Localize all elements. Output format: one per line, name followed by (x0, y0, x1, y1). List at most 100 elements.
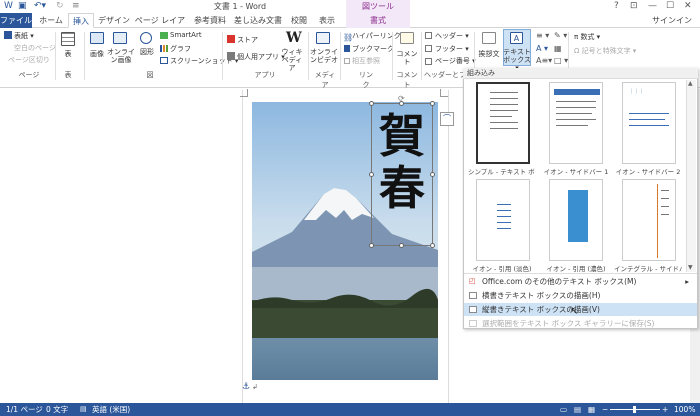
tab-home[interactable]: ホーム (36, 13, 66, 28)
blank-page-button[interactable]: 空白のページ (14, 43, 56, 53)
tab-review[interactable]: 校閲 (288, 13, 310, 28)
menu-more-textboxes-office[interactable]: ◰ Office.com のその他のテキスト ボックス(M) ▸ (464, 275, 697, 288)
minimize-icon[interactable]: — (648, 1, 657, 11)
bookmark-button[interactable]: ブックマーク (352, 44, 394, 54)
signature-icon[interactable]: ✎ ▾ (554, 31, 567, 40)
hyperlink-button[interactable]: ハイパーリンク (352, 31, 401, 41)
wikipedia-icon[interactable]: W (286, 30, 302, 46)
shapes-button[interactable]: 図形 (136, 48, 158, 56)
table-icon[interactable] (61, 32, 75, 46)
tab-design[interactable]: デザイン (98, 13, 130, 28)
zoom-slider-thumb[interactable] (633, 406, 636, 413)
page-count[interactable]: 1/1 ページ (6, 403, 43, 416)
cross-ref-button[interactable]: 相互参照 (352, 56, 380, 66)
word-count[interactable]: 0 文字 (46, 403, 68, 416)
comment-icon[interactable] (400, 32, 414, 44)
save-icon[interactable]: ▣ (18, 1, 27, 11)
textbox-icon[interactable]: A (510, 32, 523, 44)
shapes-icon[interactable] (140, 32, 152, 44)
ribbon-options-icon[interactable]: ⊡ (630, 1, 638, 11)
tab-format[interactable]: 書式 (346, 13, 410, 28)
cross-ref-icon (344, 58, 350, 64)
scroll-down-icon[interactable]: ▼ (688, 264, 693, 271)
wordart-icon[interactable]: A ▾ (536, 44, 548, 53)
language-status[interactable]: 英語 (米国) (92, 403, 130, 416)
thumbnail-ion-sidebar-2[interactable]: ｜｜｜ (622, 82, 676, 164)
proofing-icon[interactable]: ▤ (80, 403, 87, 416)
group-label-comments: コメント (396, 71, 418, 89)
online-video-button[interactable]: オンラインビデオ (310, 48, 338, 64)
wikipedia-button[interactable]: ウィキペディア (280, 48, 304, 72)
thumbnail-simple-textbox[interactable] (476, 82, 530, 164)
menu-draw-vertical-textbox[interactable]: 縦書きテキスト ボックスの描画(V) (464, 303, 697, 316)
dropcap-icon[interactable]: A≡▾ (536, 56, 552, 65)
layout-options-icon[interactable]: ⌒ (440, 112, 454, 126)
redo-icon[interactable]: ↻ (56, 1, 64, 11)
cover-page-button[interactable]: 表紙 ▾ (14, 31, 34, 41)
thumbnail-integral-sidebar[interactable] (622, 179, 676, 261)
thumbnail-ion-sidebar-1[interactable] (549, 82, 603, 164)
zoom-out-icon[interactable]: − (602, 403, 608, 416)
tab-file[interactable]: ファイル (0, 13, 32, 28)
my-apps-button[interactable]: 個人用アプリ ▾ (237, 52, 285, 62)
comment-button[interactable]: コメント (394, 50, 420, 66)
close-icon[interactable]: ✕ (684, 1, 692, 11)
thumbnail-ion-quote-light[interactable] (476, 179, 530, 261)
print-layout-icon[interactable]: ▤ (574, 403, 581, 416)
group-label-illustrations: 図 (146, 71, 154, 79)
chart-button[interactable]: グラフ (170, 44, 191, 54)
zoom-level[interactable]: 100% (674, 403, 695, 416)
resize-handle[interactable] (399, 243, 404, 248)
symbol-button[interactable]: Ω 記号と特殊文字 ▾ (574, 46, 636, 56)
online-picture-button[interactable]: オンライン画像 (106, 48, 136, 64)
picture-icon[interactable] (90, 32, 104, 44)
tab-page-layout[interactable]: ページ レイアウト (134, 13, 186, 40)
quick-parts-icon[interactable] (482, 32, 496, 44)
resize-handle[interactable] (369, 243, 374, 248)
footer-button[interactable]: フッター ▾ (435, 44, 469, 54)
smartart-button[interactable]: SmartArt (170, 31, 202, 39)
table-button[interactable]: 表 (56, 50, 80, 58)
gallery-scrollbar[interactable] (686, 80, 696, 272)
resize-handle[interactable] (369, 101, 374, 106)
page-number-button[interactable]: ページ番号 ▾ (435, 56, 476, 66)
separator (222, 32, 223, 80)
tab-references[interactable]: 参考資料 (192, 13, 228, 28)
store-button[interactable]: ストア (237, 35, 258, 45)
signin-link[interactable]: サインイン (652, 15, 692, 26)
save-selection-icon (469, 320, 477, 327)
online-picture-icon[interactable] (113, 32, 127, 44)
word-app-icon: W (4, 1, 13, 11)
web-layout-icon[interactable]: ▦ (588, 403, 595, 416)
help-icon[interactable]: ? (614, 1, 619, 11)
tab-mailings[interactable]: 差し込み文書 (234, 13, 282, 28)
tab-view[interactable]: 表示 (316, 13, 338, 28)
calligraphy-text[interactable]: 賀 春 (372, 110, 432, 214)
equation-button[interactable]: π 数式 ▾ (574, 32, 600, 42)
menu-label: 横書きテキスト ボックスの描画(H) (482, 291, 601, 300)
resize-handle[interactable] (430, 101, 435, 106)
quick-parts-button[interactable]: 挨拶文 (476, 50, 502, 58)
resize-handle[interactable] (430, 243, 435, 248)
menu-save-selection-to-gallery[interactable]: 選択範囲をテキスト ボックス ギャラリーに保存(S) (464, 317, 697, 330)
anchor-icon[interactable]: ⚓ (242, 382, 250, 392)
thumbnail-ion-quote-dark[interactable] (549, 179, 603, 261)
header-button[interactable]: ヘッダー ▾ (435, 31, 469, 41)
read-mode-icon[interactable]: ▭ (560, 403, 567, 416)
customize-qat-icon[interactable]: ≡ (72, 1, 80, 11)
zoom-in-icon[interactable]: + (662, 403, 668, 416)
datetime-icon[interactable]: ▦ (554, 44, 562, 53)
tab-insert[interactable]: 挿入 (68, 13, 94, 28)
maximize-icon[interactable]: ☐ (666, 1, 674, 11)
rotate-handle-icon[interactable]: ⟳ (398, 94, 405, 103)
menu-draw-horizontal-textbox[interactable]: 横書きテキスト ボックスの描画(H) (464, 289, 697, 302)
scroll-up-icon[interactable]: ▲ (688, 80, 693, 87)
undo-icon[interactable]: ↶▾ (34, 1, 46, 11)
text-tools-icon[interactable]: ≡ ▾ (536, 31, 549, 40)
object-icon[interactable]: □ ▾ (554, 56, 568, 65)
page-break-button[interactable]: ページ区切り (8, 55, 50, 65)
menu-label: 選択範囲をテキスト ボックス ギャラリーに保存(S) (482, 319, 655, 328)
online-video-icon[interactable] (316, 32, 330, 44)
separator (84, 32, 85, 80)
picture-button[interactable]: 画像 (86, 50, 108, 58)
